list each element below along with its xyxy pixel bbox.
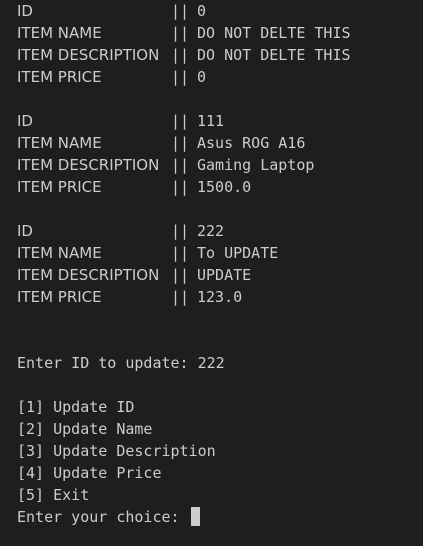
record-price-line: ITEM PRICE || 1500.0 <box>17 176 251 198</box>
field-label: ITEM NAME <box>17 24 102 42</box>
menu-option-update-name: [2] Update Name <box>17 420 153 438</box>
field-label: ITEM PRICE <box>17 288 102 306</box>
choice-input-line[interactable]: Enter your choice: <box>17 506 200 528</box>
separator: || <box>171 2 190 20</box>
separator: || <box>171 134 190 152</box>
field-label: ITEM DESCRIPTION <box>17 156 160 174</box>
record-price-line: ITEM PRICE || 123.0 <box>17 286 242 308</box>
text-cursor[interactable] <box>190 507 200 526</box>
record-name-line: ITEM NAME || Asus ROG A16 <box>17 132 305 154</box>
separator: || <box>171 24 190 42</box>
record-desc-line: ITEM DESCRIPTION || DO NOT DELTE THIS <box>17 44 351 66</box>
menu-option-exit: [5] Exit <box>17 486 90 504</box>
field-label: ID <box>17 222 33 240</box>
field-value: DO NOT DELTE THIS <box>197 24 351 42</box>
separator: || <box>171 288 190 306</box>
field-value: 0 <box>197 68 207 86</box>
separator: || <box>171 222 190 240</box>
record-price-line: ITEM PRICE || 0 <box>17 66 206 88</box>
separator: || <box>171 266 190 284</box>
field-value: Asus ROG A16 <box>197 134 306 152</box>
separator: || <box>171 178 190 196</box>
separator: || <box>171 68 190 86</box>
record-id-line: ID || 222 <box>17 220 224 242</box>
field-value: 222 <box>197 222 225 240</box>
menu-option-update-description: [3] Update Description <box>17 442 216 460</box>
update-id-prompt: Enter ID to update: 222 <box>17 354 225 372</box>
field-label: ID <box>17 112 33 130</box>
menu-option-update-id: [1] Update ID <box>17 398 135 416</box>
field-label: ITEM PRICE <box>17 68 102 86</box>
field-label: ID <box>17 2 33 20</box>
field-value: 1500.0 <box>197 178 252 196</box>
field-value: 111 <box>197 112 225 130</box>
separator: || <box>171 46 190 64</box>
field-value: UPDATE <box>197 266 252 284</box>
field-label: ITEM DESCRIPTION <box>17 46 160 64</box>
record-desc-line: ITEM DESCRIPTION || UPDATE <box>17 264 251 286</box>
record-id-line: ID || 0 <box>17 0 206 22</box>
record-name-line: ITEM NAME || DO NOT DELTE THIS <box>17 22 351 44</box>
record-desc-line: ITEM DESCRIPTION || Gaming Laptop <box>17 154 314 176</box>
field-label: ITEM NAME <box>17 244 102 262</box>
field-value: 123.0 <box>197 288 243 306</box>
record-id-line: ID || 111 <box>17 110 224 132</box>
field-label: ITEM PRICE <box>17 178 102 196</box>
field-label: ITEM NAME <box>17 134 102 152</box>
menu-option-update-price: [4] Update Price <box>17 464 162 482</box>
field-value: Gaming Laptop <box>197 156 315 174</box>
field-value: 0 <box>197 2 207 20</box>
separator: || <box>171 112 190 130</box>
record-name-line: ITEM NAME || To UPDATE <box>17 242 278 264</box>
field-value: DO NOT DELTE THIS <box>197 46 351 64</box>
field-value: To UPDATE <box>197 244 279 262</box>
separator: || <box>171 244 190 262</box>
separator: || <box>171 156 190 174</box>
choice-prompt: Enter your choice: <box>17 508 189 526</box>
field-label: ITEM DESCRIPTION <box>17 266 160 284</box>
